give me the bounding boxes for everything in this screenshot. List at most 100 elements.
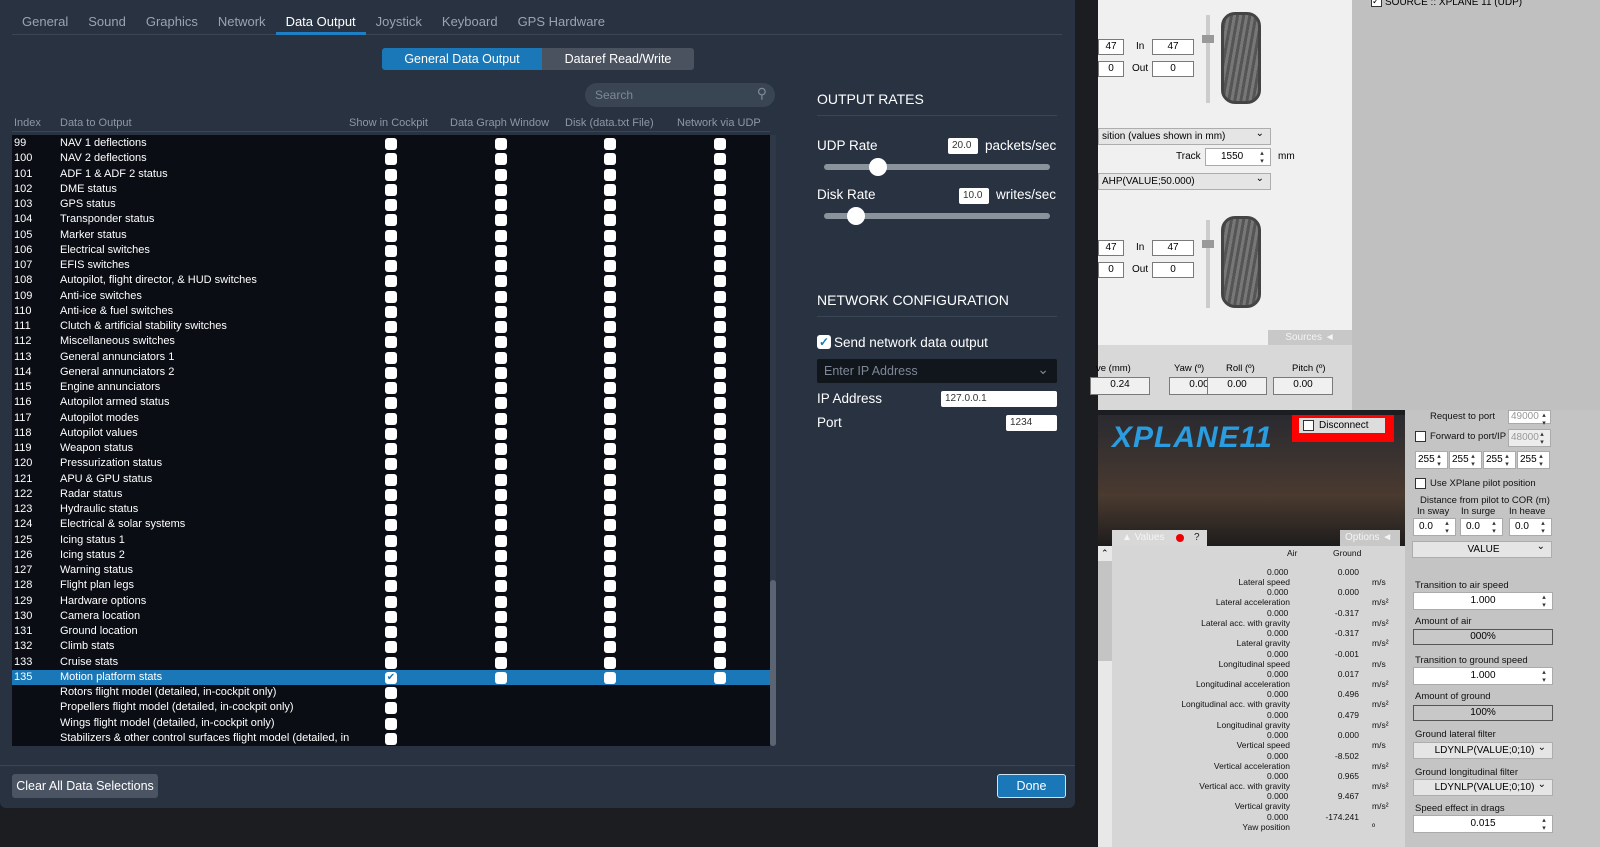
udp-checkbox[interactable] [714,458,726,471]
tab-keyboard[interactable]: Keyboard [432,8,508,35]
udp-checkbox[interactable] [714,595,726,608]
udp-checkbox[interactable] [714,412,726,425]
show-in-cockpit-checkbox[interactable] [385,580,397,593]
udp-checkbox[interactable] [714,641,726,654]
table-row[interactable]: 117 Autopilot modes [12,411,770,426]
table-row[interactable]: 130 Camera location [12,609,770,624]
disk-checkbox[interactable] [604,595,616,608]
show-in-cockpit-checkbox[interactable] [385,336,397,349]
data-graph-checkbox[interactable] [495,427,507,440]
table-row[interactable]: 114 General annunciators 2 [12,365,770,380]
disk-checkbox[interactable] [604,488,616,501]
data-graph-checkbox[interactable] [495,244,507,257]
show-in-cockpit-checkbox[interactable] [385,321,397,333]
udp-checkbox[interactable] [714,275,726,288]
table-row[interactable]: Stabilizers & other control surfaces fli… [12,731,770,746]
table-row[interactable]: 119 Weapon status [12,441,770,456]
rear-in-input[interactable]: 47 [1152,240,1194,256]
disk-checkbox[interactable] [604,656,616,669]
data-graph-checkbox[interactable] [495,275,507,288]
table-row[interactable]: 135 Motion platform stats ✔ [12,669,770,685]
disk-checkbox[interactable] [604,580,616,593]
table-row[interactable]: 103 GPS status [12,197,770,212]
show-in-cockpit-checkbox[interactable] [385,366,397,379]
forward-port-input[interactable]: 48000 [1508,429,1551,447]
data-graph-checkbox[interactable] [495,641,507,654]
table-row[interactable]: 122 Radar status [12,487,770,502]
udp-checkbox[interactable] [714,244,726,257]
disk-rate-slider-handle[interactable] [846,207,865,225]
use-pilot-checkbox[interactable] [1415,478,1426,489]
scrollbar-thumb[interactable] [770,580,776,746]
table-row[interactable]: 113 General annunciators 1 [12,350,770,365]
show-in-cockpit-checkbox[interactable] [385,244,397,257]
table-row[interactable]: 133 Cruise stats [12,655,770,670]
disk-checkbox[interactable] [604,504,616,516]
track-input[interactable]: 1550 [1205,148,1271,166]
udp-checkbox[interactable] [714,626,726,638]
search-input[interactable]: Search ⚲ [585,83,775,107]
show-in-cockpit-checkbox[interactable] [385,382,397,394]
show-in-cockpit-checkbox[interactable] [385,412,397,425]
disk-checkbox[interactable] [604,153,616,166]
udp-checkbox[interactable] [714,290,726,303]
disk-checkbox[interactable] [604,275,616,288]
disk-checkbox[interactable] [604,382,616,394]
udp-rate-input[interactable]: 20.0 [948,138,978,154]
disk-checkbox[interactable] [604,626,616,638]
udp-checkbox[interactable] [714,565,726,577]
disk-checkbox[interactable] [604,336,616,349]
disk-checkbox[interactable] [604,351,616,364]
table-row[interactable]: Wings flight model (detailed, in-cockpit… [12,716,770,731]
show-in-cockpit-checkbox[interactable] [385,214,397,227]
disk-checkbox[interactable] [604,397,616,410]
drag-input[interactable]: 0.015 [1413,815,1553,833]
udp-checkbox[interactable] [714,153,726,166]
tab-sound[interactable]: Sound [78,8,136,35]
show-in-cockpit-checkbox[interactable] [385,702,397,715]
table-row[interactable]: 104 Transponder status [12,212,770,227]
data-graph-checkbox[interactable] [495,138,507,150]
show-in-cockpit-checkbox[interactable] [385,656,397,669]
show-in-cockpit-checkbox[interactable] [385,443,397,455]
table-row[interactable]: 112 Miscellaneous switches [12,334,770,349]
show-in-cockpit-checkbox[interactable] [385,260,397,272]
options-tab[interactable]: Options ◄ [1340,530,1400,546]
disk-checkbox[interactable] [604,260,616,272]
udp-checkbox[interactable] [714,229,726,242]
udp-checkbox[interactable] [714,443,726,455]
disk-checkbox[interactable] [604,443,616,455]
data-graph-checkbox[interactable] [495,366,507,379]
table-row[interactable]: 102 DME status [12,182,770,197]
table-row[interactable]: 128 Flight plan legs [12,578,770,593]
udp-checkbox[interactable] [714,183,726,196]
udp-checkbox[interactable] [714,366,726,379]
data-graph-checkbox[interactable] [495,290,507,303]
rear-min-input[interactable]: 47 [1098,240,1124,256]
disk-checkbox[interactable] [604,534,616,547]
udp-checkbox[interactable] [714,427,726,440]
tab-dataref-read-write[interactable]: Dataref Read/Write [542,48,694,70]
show-in-cockpit-checkbox[interactable] [385,626,397,638]
front-min-input[interactable]: 47 [1098,39,1124,55]
show-in-cockpit-checkbox[interactable] [385,351,397,364]
data-graph-checkbox[interactable] [495,168,507,181]
data-graph-checkbox[interactable] [495,305,507,318]
table-row[interactable]: 118 Autopilot values [12,426,770,441]
disk-checkbox[interactable] [604,565,616,577]
table-row[interactable]: Propellers flight model (detailed, in-co… [12,700,770,715]
show-in-cockpit-checkbox[interactable] [385,610,397,623]
show-in-cockpit-checkbox[interactable] [385,305,397,318]
filter-dropdown[interactable]: AHP(VALUE;50.000) [1098,171,1271,190]
table-row[interactable]: 105 Marker status [12,228,770,243]
data-graph-checkbox[interactable] [495,229,507,242]
data-graph-checkbox[interactable] [495,656,507,669]
front-vertical-slider[interactable] [1206,15,1210,103]
udp-checkbox[interactable] [714,305,726,318]
disk-checkbox[interactable] [604,549,616,562]
udp-checkbox[interactable] [714,610,726,623]
data-graph-checkbox[interactable] [495,321,507,333]
data-graph-checkbox[interactable] [495,183,507,196]
tab-gps-hardware[interactable]: GPS Hardware [508,8,615,35]
table-row[interactable]: 110 Anti-ice & fuel switches [12,304,770,319]
